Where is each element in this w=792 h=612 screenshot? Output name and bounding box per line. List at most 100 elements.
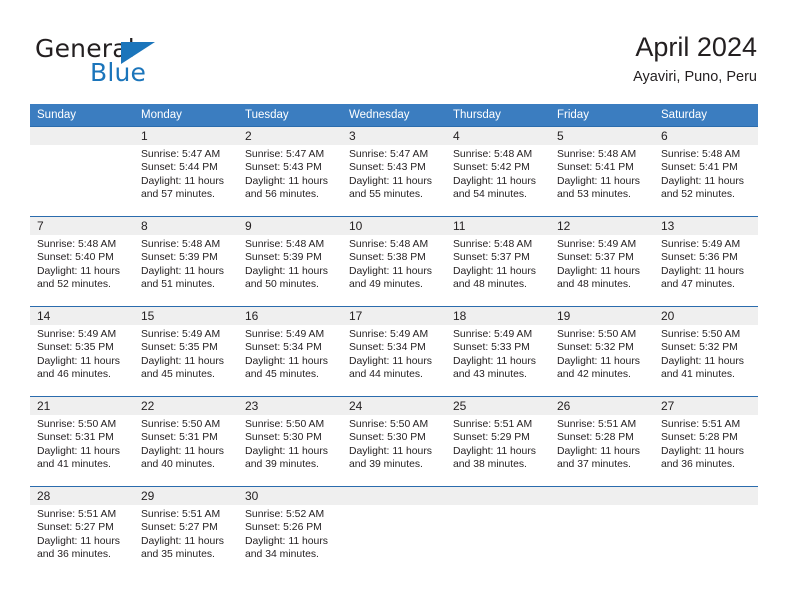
daylight-text-line2: and 42 minutes. — [557, 368, 631, 380]
day-cell[interactable]: Sunrise: 5:50 AM Sunset: 5:32 PM Dayligh… — [550, 325, 654, 396]
daylight-text-line2: and 46 minutes. — [37, 368, 111, 380]
daylight-text-line1: Daylight: 11 hours — [661, 355, 744, 367]
day-number — [30, 127, 134, 145]
sunrise-text: Sunrise: 5:48 AM — [245, 239, 325, 250]
week-content-row: Sunrise: 5:49 AM Sunset: 5:35 PM Dayligh… — [30, 325, 758, 396]
week-daynumber-band: 1 2 3 4 5 6 — [30, 127, 758, 145]
week-content-row: Sunrise: 5:50 AM Sunset: 5:31 PM Dayligh… — [30, 415, 758, 486]
day-cell[interactable]: Sunrise: 5:50 AM Sunset: 5:32 PM Dayligh… — [654, 325, 758, 396]
sunrise-text: Sunrise: 5:48 AM — [141, 239, 221, 250]
day-number: 30 — [245, 489, 259, 503]
day-number — [342, 487, 446, 505]
page-subtitle: Ayaviri, Puno, Peru — [633, 69, 757, 86]
week-row: 28 29 30 Sunrise: 5:51 AM Sunset: 5:27 P… — [30, 486, 758, 576]
daylight-text-line1: Daylight: 11 hours — [141, 175, 224, 187]
day-cell[interactable]: Sunrise: 5:49 AM Sunset: 5:34 PM Dayligh… — [238, 325, 342, 396]
day-number: 22 — [141, 399, 155, 413]
daylight-text-line2: and 57 minutes. — [141, 188, 215, 200]
day-cell[interactable]: Sunrise: 5:48 AM Sunset: 5:42 PM Dayligh… — [446, 145, 550, 216]
day-cell[interactable]: Sunrise: 5:47 AM Sunset: 5:44 PM Dayligh… — [134, 145, 238, 216]
day-cell[interactable] — [342, 505, 446, 576]
day-cell[interactable]: Sunrise: 5:48 AM Sunset: 5:38 PM Dayligh… — [342, 235, 446, 306]
day-cell[interactable]: Sunrise: 5:49 AM Sunset: 5:34 PM Dayligh… — [342, 325, 446, 396]
day-cell[interactable] — [550, 505, 654, 576]
daylight-text-line1: Daylight: 11 hours — [37, 355, 120, 367]
day-cell[interactable]: Sunrise: 5:48 AM Sunset: 5:41 PM Dayligh… — [550, 145, 654, 216]
day-cell[interactable]: Sunrise: 5:51 AM Sunset: 5:29 PM Dayligh… — [446, 415, 550, 486]
day-cell[interactable]: Sunrise: 5:48 AM Sunset: 5:39 PM Dayligh… — [238, 235, 342, 306]
day-cell[interactable]: Sunrise: 5:48 AM Sunset: 5:37 PM Dayligh… — [446, 235, 550, 306]
day-cell[interactable]: Sunrise: 5:52 AM Sunset: 5:26 PM Dayligh… — [238, 505, 342, 576]
sunset-text: Sunset: 5:30 PM — [349, 432, 426, 444]
day-number: 17 — [349, 309, 363, 323]
week-daynumber-band: 7 8 9 10 11 12 13 — [30, 217, 758, 235]
daylight-text-line2: and 35 minutes. — [141, 548, 215, 560]
day-number: 7 — [37, 219, 44, 233]
daylight-text-line1: Daylight: 11 hours — [349, 175, 432, 187]
day-number — [654, 487, 758, 505]
daylight-text-line1: Daylight: 11 hours — [37, 445, 120, 457]
daylight-text-line2: and 55 minutes. — [349, 188, 423, 200]
day-cell[interactable] — [446, 505, 550, 576]
day-cell[interactable]: Sunrise: 5:50 AM Sunset: 5:31 PM Dayligh… — [134, 415, 238, 486]
day-cell[interactable]: Sunrise: 5:48 AM Sunset: 5:40 PM Dayligh… — [30, 235, 134, 306]
sunrise-text: Sunrise: 5:49 AM — [141, 329, 221, 340]
day-cell[interactable] — [654, 505, 758, 576]
day-number: 19 — [557, 309, 571, 323]
sunrise-text: Sunrise: 5:51 AM — [557, 419, 637, 430]
day-cell[interactable]: Sunrise: 5:49 AM Sunset: 5:35 PM Dayligh… — [134, 325, 238, 396]
daylight-text-line2: and 52 minutes. — [661, 188, 735, 200]
day-number: 26 — [557, 399, 571, 413]
sunrise-text: Sunrise: 5:50 AM — [661, 329, 741, 340]
day-cell[interactable]: Sunrise: 5:49 AM Sunset: 5:37 PM Dayligh… — [550, 235, 654, 306]
sunset-text: Sunset: 5:40 PM — [37, 252, 114, 264]
day-number: 23 — [245, 399, 259, 413]
day-number: 25 — [453, 399, 467, 413]
sunset-text: Sunset: 5:43 PM — [245, 162, 322, 174]
day-number: 6 — [661, 129, 668, 143]
sunrise-text: Sunrise: 5:52 AM — [245, 509, 325, 520]
day-cell[interactable]: Sunrise: 5:51 AM Sunset: 5:28 PM Dayligh… — [550, 415, 654, 486]
day-cell[interactable]: Sunrise: 5:49 AM Sunset: 5:35 PM Dayligh… — [30, 325, 134, 396]
week-content-row: Sunrise: 5:47 AM Sunset: 5:44 PM Dayligh… — [30, 145, 758, 216]
weekday-header-wednesday: Wednesday — [349, 109, 410, 121]
day-cell[interactable]: Sunrise: 5:48 AM Sunset: 5:39 PM Dayligh… — [134, 235, 238, 306]
sunrise-text: Sunrise: 5:50 AM — [557, 329, 637, 340]
sunset-text: Sunset: 5:28 PM — [557, 432, 634, 444]
day-cell[interactable]: Sunrise: 5:50 AM Sunset: 5:30 PM Dayligh… — [238, 415, 342, 486]
sunrise-text: Sunrise: 5:48 AM — [661, 149, 741, 160]
day-cell[interactable]: Sunrise: 5:49 AM Sunset: 5:33 PM Dayligh… — [446, 325, 550, 396]
daylight-text-line1: Daylight: 11 hours — [661, 265, 744, 277]
day-number: 29 — [141, 489, 155, 503]
sunset-text: Sunset: 5:36 PM — [661, 252, 738, 264]
sunset-text: Sunset: 5:39 PM — [245, 252, 322, 264]
daylight-text-line1: Daylight: 11 hours — [557, 445, 640, 457]
daylight-text-line1: Daylight: 11 hours — [141, 265, 224, 277]
day-cell[interactable]: Sunrise: 5:47 AM Sunset: 5:43 PM Dayligh… — [342, 145, 446, 216]
day-cell[interactable]: Sunrise: 5:48 AM Sunset: 5:41 PM Dayligh… — [654, 145, 758, 216]
day-cell[interactable]: Sunrise: 5:50 AM Sunset: 5:31 PM Dayligh… — [30, 415, 134, 486]
day-cell[interactable]: Sunrise: 5:51 AM Sunset: 5:28 PM Dayligh… — [654, 415, 758, 486]
day-cell[interactable]: Sunrise: 5:47 AM Sunset: 5:43 PM Dayligh… — [238, 145, 342, 216]
day-cell[interactable]: Sunrise: 5:49 AM Sunset: 5:36 PM Dayligh… — [654, 235, 758, 306]
sunset-text: Sunset: 5:35 PM — [37, 342, 114, 354]
day-cell[interactable]: Sunrise: 5:50 AM Sunset: 5:30 PM Dayligh… — [342, 415, 446, 486]
daylight-text-line2: and 37 minutes. — [557, 458, 631, 470]
daylight-text-line1: Daylight: 11 hours — [453, 355, 536, 367]
day-cell[interactable] — [30, 145, 134, 216]
sunset-text: Sunset: 5:37 PM — [557, 252, 634, 264]
daylight-text-line2: and 39 minutes. — [245, 458, 319, 470]
brand-logo[interactable]: General Blue — [35, 36, 215, 92]
sunrise-text: Sunrise: 5:48 AM — [37, 239, 117, 250]
sunrise-text: Sunrise: 5:47 AM — [349, 149, 429, 160]
daylight-text-line2: and 41 minutes. — [661, 368, 735, 380]
day-cell[interactable]: Sunrise: 5:51 AM Sunset: 5:27 PM Dayligh… — [134, 505, 238, 576]
day-cell[interactable]: Sunrise: 5:51 AM Sunset: 5:27 PM Dayligh… — [30, 505, 134, 576]
daylight-text-line2: and 41 minutes. — [37, 458, 111, 470]
week-daynumber-band: 14 15 16 17 18 19 20 — [30, 307, 758, 325]
calendar-page: General Blue April 2024 Ayaviri, Puno, P… — [0, 0, 792, 612]
day-number: 14 — [37, 309, 51, 323]
daylight-text-line1: Daylight: 11 hours — [453, 265, 536, 277]
day-number: 12 — [557, 219, 571, 233]
weekday-header-tuesday: Tuesday — [245, 109, 289, 121]
